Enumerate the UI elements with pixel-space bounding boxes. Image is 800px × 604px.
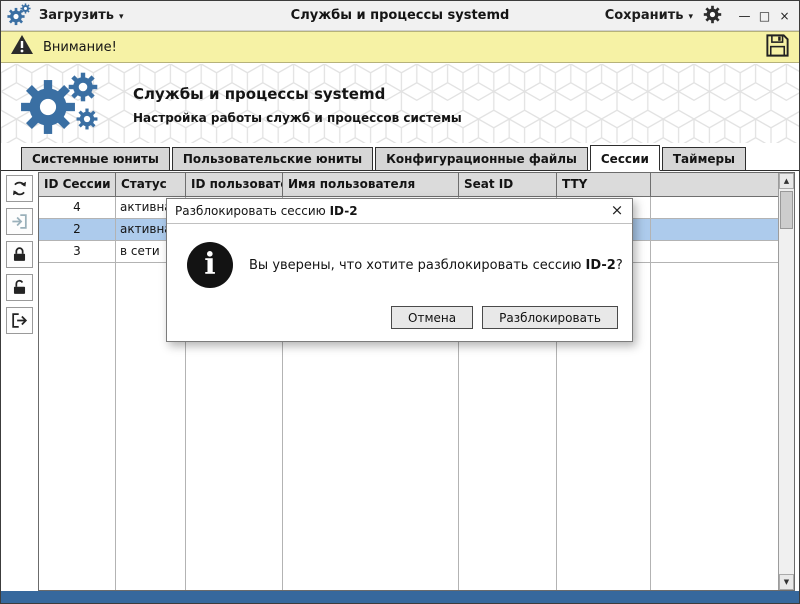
dialog-close-button[interactable]: ×	[602, 199, 632, 223]
warning-bar: Внимание!	[1, 31, 799, 63]
column-header-filler	[651, 173, 778, 197]
save-file-icon[interactable]	[764, 32, 791, 63]
save-menu-button[interactable]: Сохранить ▾	[605, 8, 693, 23]
warning-triangle-icon	[9, 33, 35, 61]
attach-session-button[interactable]	[6, 208, 33, 235]
app-header: Службы и процессы systemd Настройка рабо…	[1, 64, 799, 143]
terminate-session-button[interactable]	[6, 307, 33, 334]
session-toolbar	[1, 175, 38, 334]
tab-timers[interactable]: Таймеры	[662, 147, 746, 171]
logout-icon	[10, 311, 29, 330]
scroll-up-button[interactable]: ▲	[779, 173, 794, 189]
page-title: Службы и процессы systemd	[133, 85, 462, 103]
scroll-down-button[interactable]: ▼	[779, 574, 794, 590]
dialog-button-row: Отмена Разблокировать	[167, 306, 632, 341]
warning-label: Внимание!	[43, 40, 117, 55]
refresh-button[interactable]	[6, 175, 33, 202]
column-header-status[interactable]: Статус	[116, 173, 186, 197]
dialog-titlebar: Разблокировать сессию ID-2 ×	[167, 199, 632, 224]
settings-gear-icon[interactable]	[703, 5, 722, 27]
unlock-icon	[10, 278, 29, 297]
cancel-button[interactable]: Отмена	[391, 306, 473, 329]
app-window: Загрузить ▾ Службы и процессы systemd Со…	[0, 0, 800, 604]
minimize-button[interactable]: —	[736, 8, 753, 24]
load-menu-label: Загрузить	[39, 8, 114, 23]
tab-config-files[interactable]: Конфигурационные файлы	[375, 147, 588, 171]
header-gears-icon	[15, 68, 107, 142]
dialog-message: Вы уверены, что хотите разблокировать се…	[249, 258, 623, 273]
vertical-scrollbar[interactable]: ▲ ▼	[778, 173, 794, 590]
column-header-seat-id[interactable]: Seat ID	[459, 173, 557, 197]
column-header-session-id[interactable]: ID Сессии	[39, 173, 116, 197]
page-subtitle: Настройка работы служб и процессов систе…	[133, 111, 462, 125]
scrollbar-thumb[interactable]	[780, 191, 793, 229]
tab-sessions[interactable]: Сессии	[590, 145, 660, 171]
attach-session-icon	[10, 212, 29, 231]
titlebar: Загрузить ▾ Службы и процессы systemd Со…	[1, 1, 799, 31]
tab-user-units[interactable]: Пользовательские юниты	[172, 147, 373, 171]
dialog-title: Разблокировать сессию ID-2	[175, 204, 358, 218]
tab-bar: Системные юниты Пользовательские юниты К…	[1, 143, 799, 171]
save-menu-label: Сохранить	[605, 8, 684, 23]
lock-icon	[10, 245, 29, 264]
bottom-accent-bar	[1, 591, 799, 603]
close-button[interactable]: ×	[776, 8, 793, 24]
column-header-user-name[interactable]: Имя пользователя	[283, 173, 459, 197]
column-header-user-id[interactable]: ID пользователя	[186, 173, 283, 197]
refresh-icon	[10, 179, 29, 198]
info-icon: i	[187, 242, 233, 288]
dialog-body: i Вы уверены, что хотите разблокировать …	[167, 224, 632, 306]
unlock-button[interactable]: Разблокировать	[482, 306, 618, 329]
dropdown-arrow-icon: ▾	[119, 12, 124, 22]
dropdown-arrow-icon: ▾	[688, 12, 693, 22]
unlock-session-dialog: Разблокировать сессию ID-2 × i Вы уверен…	[166, 198, 633, 342]
app-gears-icon	[7, 2, 31, 29]
window-title: Службы и процессы systemd	[291, 8, 510, 23]
table-header-row: ID Сессии Статус ID пользователя Имя пол…	[39, 173, 778, 197]
lock-session-button[interactable]	[6, 241, 33, 268]
column-header-tty[interactable]: TTY	[557, 173, 651, 197]
tab-system-units[interactable]: Системные юниты	[21, 147, 170, 171]
unlock-session-button[interactable]	[6, 274, 33, 301]
load-menu-button[interactable]: Загрузить ▾	[39, 8, 124, 23]
maximize-button[interactable]: □	[756, 8, 773, 24]
